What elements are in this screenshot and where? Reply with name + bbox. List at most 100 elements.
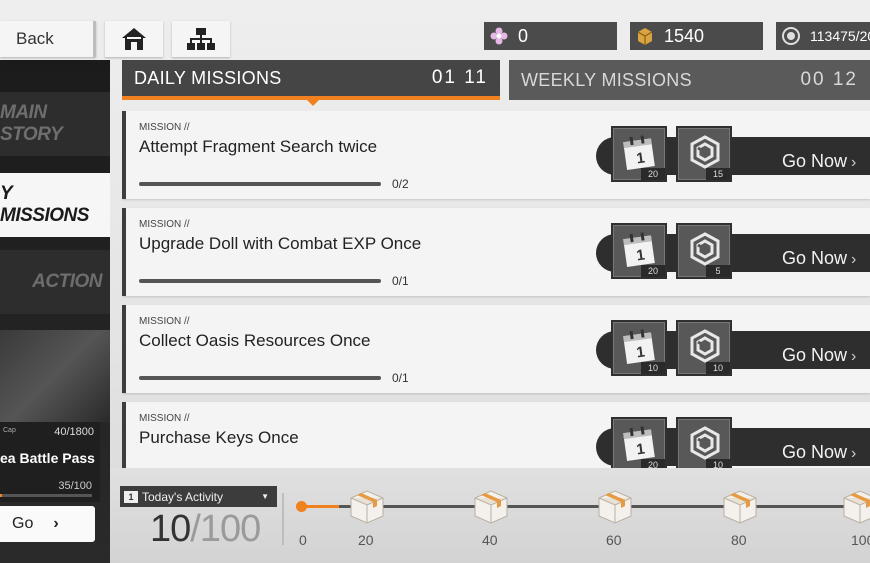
reward-item[interactable]: 1 20	[611, 223, 667, 279]
tab-daily-missions[interactable]: DAILY MISSIONS 01 11	[122, 60, 500, 100]
tab-countdown: 01 11	[431, 67, 488, 88]
mission-list[interactable]: MISSION // Attempt Fragment Search twice…	[122, 111, 870, 468]
back-label: Back	[16, 29, 54, 48]
milestone-label: 0	[299, 532, 307, 548]
sidebar-item-label: MAIN STORY	[0, 102, 63, 145]
mission-title: Purchase Keys Once	[139, 428, 299, 447]
hex-token-icon	[688, 231, 722, 267]
currency-crystal-value: 0	[518, 25, 529, 46]
calendar-ticket-icon: 1	[623, 231, 657, 267]
sidebar-item-daily-missions[interactable]: Y MISSIONS	[0, 173, 110, 237]
milestone-chest-icon[interactable]	[840, 486, 870, 526]
calendar-ticket-icon: 1	[623, 328, 657, 364]
battle-pass-go-button[interactable]: Go ›	[0, 506, 95, 542]
milestone-chest-icon[interactable]	[595, 486, 635, 526]
reward-amount: 20	[641, 265, 665, 277]
mission-title: Upgrade Doll with Combat EXP Once	[139, 234, 422, 253]
reward-item[interactable]: 15	[676, 126, 732, 182]
hex-token-icon	[688, 328, 722, 364]
activity-score: 10/100	[150, 508, 261, 551]
go-now-text: Go Now	[782, 442, 848, 462]
activity-track-marker	[296, 501, 307, 512]
currency-crate-value: 1540	[664, 25, 705, 46]
battle-pass-panel: Cap 40/1800 ea Battle Pass 35/100	[0, 422, 100, 502]
reward-item[interactable]: 1 20	[611, 417, 667, 468]
go-now-text: Go Now	[782, 248, 848, 268]
milestone-chest-icon[interactable]	[471, 486, 511, 526]
chevron-right-icon: ›	[851, 445, 857, 462]
reward-amount: 10	[641, 362, 665, 374]
sidebar-item-action[interactable]: ACTION	[0, 250, 110, 314]
reward-amount: 20	[641, 168, 665, 180]
milestone-label: 60	[606, 532, 622, 548]
crystal-icon	[488, 25, 510, 47]
sidebar-item-main-story[interactable]: MAIN STORY	[0, 92, 110, 156]
hex-token-icon	[688, 134, 722, 170]
activity-max: 100	[199, 508, 261, 550]
currency-crate[interactable]: 1540	[630, 22, 763, 50]
mission-progress: 0/1	[392, 371, 409, 385]
activity-label[interactable]: 1 Today's Activity ▼	[120, 486, 277, 507]
reward-item[interactable]: 5	[676, 223, 732, 279]
hex-token-icon	[688, 425, 722, 461]
reward-item[interactable]: 1 10	[611, 320, 667, 376]
milestone-chest-icon[interactable]	[720, 486, 760, 526]
calendar-ticket-icon: 1	[623, 134, 657, 170]
go-now-label[interactable]: Go Now ›	[782, 345, 856, 366]
battle-pass-cap-label: Cap	[3, 427, 16, 434]
battle-pass-progress-fill	[0, 494, 2, 497]
battle-pass-progress: 35/100	[58, 480, 92, 492]
activity-current: 10	[150, 508, 191, 550]
chevron-right-icon: ›	[851, 348, 857, 365]
mission-card: MISSION // Attempt Fragment Search twice…	[122, 111, 870, 199]
battle-pass-title: ea Battle Pass	[0, 450, 95, 466]
mission-title: Collect Oasis Resources Once	[139, 331, 371, 350]
reward-amount: 10	[706, 362, 730, 374]
crate-icon	[634, 25, 656, 47]
reward-item[interactable]: 1 20	[611, 126, 667, 182]
battle-pass-progress-bar	[0, 494, 92, 497]
go-now-label[interactable]: Go Now ›	[782, 442, 856, 463]
mission-card: MISSION // Collect Oasis Resources Once …	[122, 305, 870, 393]
battle-pass-exp: 40/1800	[54, 426, 94, 438]
milestone-label: 40	[482, 532, 498, 548]
go-now-label[interactable]: Go Now ›	[782, 151, 856, 172]
reward-amount: 15	[706, 168, 730, 180]
currency-coin[interactable]: 113475/20	[776, 22, 870, 50]
mission-title: Attempt Fragment Search twice	[139, 137, 378, 156]
milestone-label: 100	[851, 532, 870, 548]
reward-item[interactable]: 10	[676, 320, 732, 376]
currency-crystal[interactable]: 0	[484, 22, 617, 50]
calendar-icon: 1	[124, 490, 138, 503]
sidebar-item-label: Y MISSIONS	[0, 183, 89, 226]
back-button[interactable]: Back	[0, 21, 96, 57]
coin-icon	[780, 25, 802, 47]
mission-tag: MISSION //	[139, 219, 190, 230]
tab-label: DAILY MISSIONS	[134, 67, 282, 88]
tab-countdown: 00 12	[800, 69, 858, 90]
hierarchy-button[interactable]	[172, 21, 230, 57]
go-now-text: Go Now	[782, 151, 848, 171]
chevron-right-icon: ›	[851, 251, 857, 268]
mission-progress-bar	[139, 279, 381, 283]
milestone-label: 80	[731, 532, 747, 548]
activity-separator: /	[190, 508, 201, 550]
home-icon	[122, 28, 146, 50]
tab-weekly-missions[interactable]: WEEKLY MISSIONS 00 12	[509, 60, 870, 100]
activity-label-text: Today's Activity	[142, 489, 223, 504]
home-button[interactable]	[105, 21, 163, 57]
milestone-chest-icon[interactable]	[347, 486, 387, 526]
chevron-right-icon: ›	[53, 515, 59, 532]
mission-progress-bar	[139, 182, 381, 186]
mission-card: MISSION // Upgrade Doll with Combat EXP …	[122, 208, 870, 296]
reward-amount: 10	[706, 459, 730, 468]
go-now-label[interactable]: Go Now ›	[782, 248, 856, 269]
tab-label: WEEKLY MISSIONS	[521, 69, 692, 90]
currency-coin-value: 113475/20	[810, 28, 870, 44]
mission-progress-bar	[139, 376, 381, 380]
reward-item[interactable]: 10	[676, 417, 732, 468]
chevron-right-icon: ›	[851, 154, 857, 171]
go-label: Go	[12, 515, 34, 532]
reward-amount: 5	[706, 265, 730, 277]
mission-tag: MISSION //	[139, 316, 190, 327]
